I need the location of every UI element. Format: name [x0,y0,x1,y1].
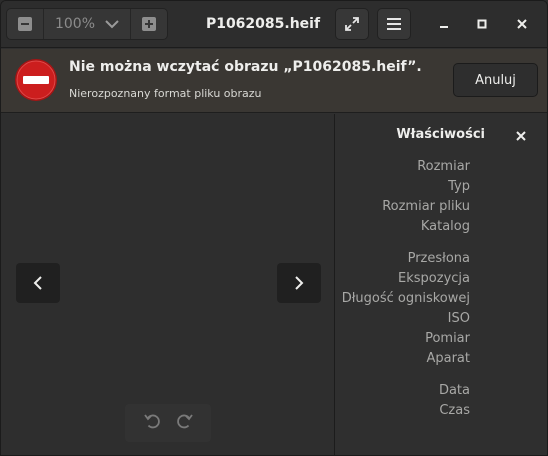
zoom-out-button[interactable] [7,9,43,39]
maximize-icon [477,19,487,29]
zoom-level-label: 100% [54,16,96,32]
zoom-control-group: 100% [6,8,168,40]
property-label-date: Data [438,383,470,398]
cancel-button[interactable]: Anuluj [453,63,538,97]
property-label-camera: Aparat [426,351,470,366]
main-menu-button[interactable] [377,8,411,40]
previous-image-button[interactable] [16,263,60,303]
fullscreen-icon [345,17,359,31]
close-icon [517,19,527,29]
error-message-title: Nie można wczytać obrazu „P1062085.heif”… [69,59,422,75]
minimize-icon [440,26,448,28]
rotate-controls [125,404,211,442]
property-label-focal-length: Długość ogniskowej [341,291,470,306]
property-label-exposure: Ekspozycja [398,271,470,286]
sidebar-title: Właściwości [396,127,485,142]
next-image-button[interactable] [277,263,321,303]
rotate-right-icon [176,414,193,429]
error-stop-icon [15,59,57,101]
minimize-button[interactable] [433,13,455,35]
property-label-aperture: Przesłona [407,251,470,266]
property-label-file-size: Rozmiar pliku [382,199,470,214]
hamburger-menu-icon [387,18,401,30]
image-viewer-window: 100% P1062085.heif Nie można wczytać obr… [0,0,548,456]
property-label-size: Rozmiar [417,159,470,174]
property-label-type: Typ [448,179,470,194]
zoom-in-button[interactable] [131,9,167,39]
maximize-button[interactable] [471,13,493,35]
property-label-iso: ISO [447,311,470,326]
zoom-out-icon [17,17,32,31]
chevron-left-icon [33,276,42,290]
zoom-in-icon [142,17,157,31]
close-window-button[interactable] [511,13,533,35]
window-title: P1062085.heif [205,16,321,32]
chevron-right-icon [295,276,304,290]
properties-sidebar: Właściwości Rozmiar Typ Rozmiar pliku Ka… [334,114,547,455]
property-label-time: Czas [439,403,470,418]
fullscreen-button[interactable] [335,8,369,40]
close-icon [516,131,526,141]
zoom-level-dropdown[interactable]: 100% [42,9,132,39]
rotate-left-icon [143,414,160,429]
error-message-detail: Nierozpoznany format pliku obrazu [69,87,262,100]
image-view-area [1,114,334,455]
rotate-left-button[interactable] [143,412,161,434]
rotate-right-button[interactable] [176,412,194,434]
error-infobar: Nie można wczytać obrazu „P1062085.heif”… [1,49,547,113]
property-label-folder: Katalog [420,219,470,234]
close-sidebar-button[interactable] [514,129,528,143]
header-bar: 100% P1062085.heif [1,1,547,48]
property-label-metering: Pomiar [425,331,470,346]
chevron-down-icon [105,20,119,29]
